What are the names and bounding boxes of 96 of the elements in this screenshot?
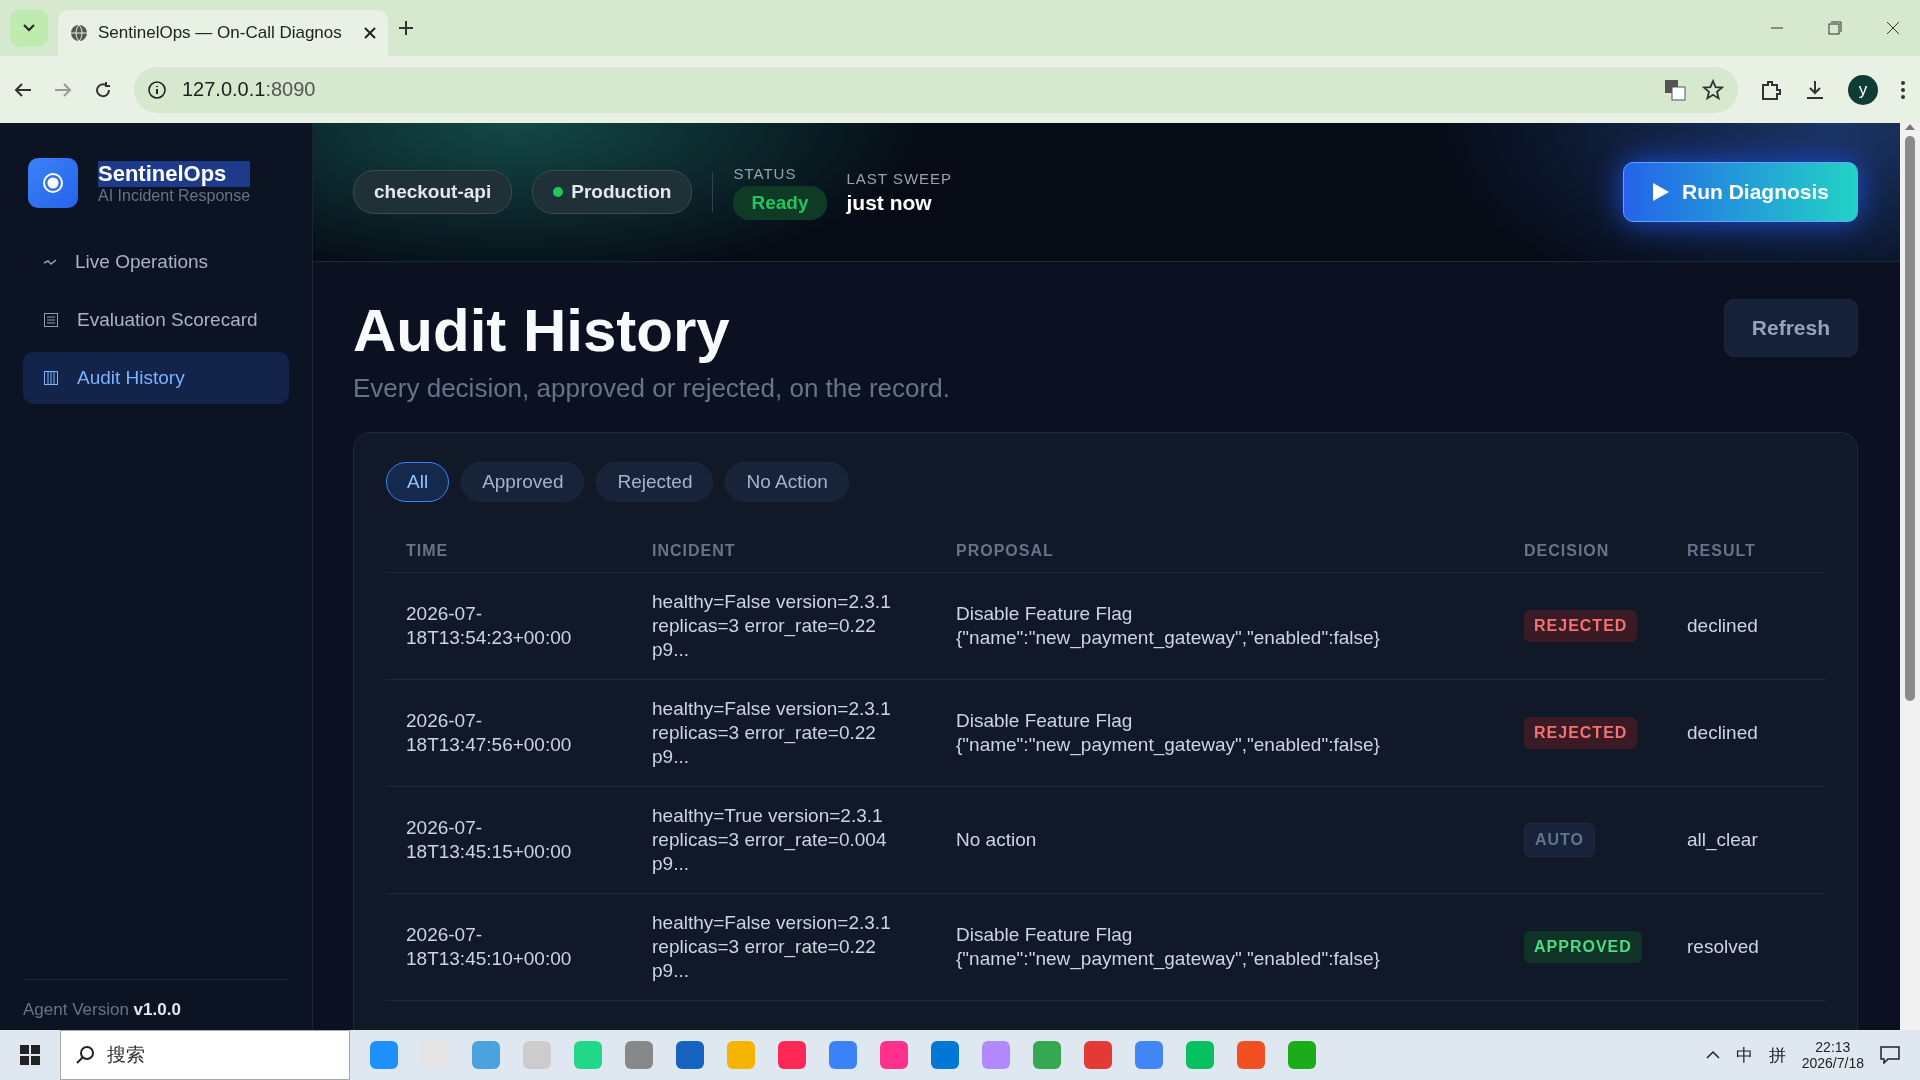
app-icon[interactable] <box>880 1041 908 1069</box>
column-header: RESULT <box>1667 542 1825 573</box>
decision-badge: REJECTED <box>1524 717 1638 749</box>
status-badge: Ready <box>733 185 827 220</box>
tab-title: SentinelOps — On-Call Diagnos <box>98 23 343 43</box>
proposal-title: Disable Feature Flag <box>956 709 1134 733</box>
address-bar[interactable]: 127.0.0.1:8090 <box>134 66 1738 113</box>
ime-layout[interactable]: 拼 <box>1768 1043 1786 1067</box>
proposal-title: Disable Feature Flag <box>956 923 1134 947</box>
page-subtitle: Every decision, approved or rejected, on the record. <box>353 373 950 404</box>
chevron-icon[interactable] <box>1705 1050 1720 1060</box>
filter-tab[interactable]: Approved <box>461 462 585 502</box>
search-icon <box>75 1045 95 1065</box>
column-header: INCIDENT <box>632 542 936 573</box>
nav-item[interactable]: Evaluation Scorecard <box>23 294 289 346</box>
proposal-args: {"name":"new_payment_gateway","enabled":false} <box>956 733 1380 757</box>
ime-mode[interactable]: 中 <box>1735 1043 1753 1067</box>
result-cell: declined <box>1687 614 1758 638</box>
star-icon[interactable] <box>1702 78 1724 101</box>
pulse-icon <box>43 257 57 267</box>
browser-tab[interactable]: SentinelOps — On-Call Diagnos <box>58 10 388 56</box>
globe-icon <box>70 24 88 42</box>
time-cell-text: 2026-07-18T13:45:10+00:00 <box>406 923 573 971</box>
proposal-args: {"name":"new_payment_gateway","enabled":false} <box>956 947 1380 971</box>
incident-cell-text: healthy=False version=2.3.1 replicas=3 error_rate=0.22 p9... <box>652 697 892 769</box>
proposal-title: No action <box>956 828 1037 852</box>
forward-icon[interactable] <box>54 80 72 99</box>
time-cell-text: 2026-07-18T13:47:56+00:00 <box>406 709 573 757</box>
environment-chip: Production <box>532 170 693 214</box>
column-header: DECISION <box>1504 542 1667 573</box>
logo-icon <box>28 158 78 208</box>
app-icon[interactable] <box>1186 1041 1214 1069</box>
restore-icon[interactable] <box>1828 21 1842 35</box>
incident-cell-text: healthy=False version=2.3.1 replicas=3 error_rate=0.22 p9... <box>652 590 892 662</box>
time-cell-text: 2026-07-18T13:45:15+00:00 <box>406 816 573 864</box>
result-cell: declined <box>1687 721 1758 745</box>
app-icon[interactable] <box>1288 1041 1316 1069</box>
download-icon[interactable] <box>1804 78 1826 101</box>
chevron-icon <box>22 23 36 33</box>
status-label: STATUS <box>733 164 798 182</box>
decision-badge: APPROVED <box>1524 931 1642 963</box>
brand-name: SentinelOps <box>98 161 251 187</box>
column-header: TIME <box>386 542 632 573</box>
app-icon[interactable] <box>1135 1041 1163 1069</box>
column-header: PROPOSAL <box>936 542 1504 573</box>
proposal-title: Disable Feature Flag <box>956 602 1134 626</box>
profile-avatar[interactable]: y <box>1848 74 1878 105</box>
extensions-icon[interactable] <box>1760 78 1782 101</box>
windows-icon[interactable] <box>20 1045 40 1065</box>
nav-item[interactable]: Live Operations <box>23 236 289 288</box>
incident-cell-text: healthy=False version=2.3.1 replicas=3 error_rate=0.22 p9... <box>652 911 892 983</box>
app-icon[interactable] <box>472 1041 500 1069</box>
service-chip: checkout-api <box>353 170 513 214</box>
app-icon[interactable] <box>1084 1041 1112 1069</box>
app-icon[interactable] <box>778 1041 806 1069</box>
refresh-button[interactable]: Refresh <box>1723 299 1858 357</box>
incident-cell-text: healthy=True version=2.3.1 replicas=3 error_rate=0.004 p9... <box>652 804 888 876</box>
new-tab-icon[interactable] <box>398 20 414 36</box>
filter-tab[interactable]: Rejected <box>596 462 714 502</box>
run-diagnosis-button[interactable]: Run Diagnosis <box>1623 162 1858 222</box>
filter-tab[interactable]: All <box>386 462 450 502</box>
app-icon[interactable] <box>370 1041 398 1069</box>
app-icon[interactable] <box>676 1041 704 1069</box>
page-title: Audit History <box>353 296 731 365</box>
brand-tagline: AI Incident Response <box>98 187 251 205</box>
tab-list-button[interactable] <box>10 9 48 47</box>
taskbar-search[interactable]: 搜索 <box>60 1030 350 1080</box>
reload-icon[interactable] <box>94 80 112 99</box>
time-cell-text: 2026-07-18T13:54:23+00:00 <box>406 602 573 650</box>
app-icon[interactable] <box>1237 1041 1265 1069</box>
back-icon[interactable] <box>14 80 32 99</box>
app-icon[interactable] <box>1033 1041 1061 1069</box>
sweep-value: just now <box>846 190 933 215</box>
nav-item[interactable]: Audit History <box>23 352 289 404</box>
url-text: 127.0.0.1:8090 <box>182 78 316 101</box>
columns-icon <box>43 370 59 386</box>
menu-icon[interactable] <box>1900 79 1906 100</box>
list-icon <box>43 312 59 328</box>
app-icon[interactable] <box>982 1041 1010 1069</box>
close-icon[interactable] <box>1886 21 1900 35</box>
sweep-label: LAST SWEEP <box>846 169 953 187</box>
app-icon[interactable] <box>625 1041 653 1069</box>
result-cell: all_clear <box>1687 828 1758 852</box>
info-icon[interactable] <box>148 80 166 99</box>
clock[interactable]: 22:13 2026/7/18 <box>1801 1039 1864 1071</box>
app-icon[interactable] <box>829 1041 857 1069</box>
result-cell: resolved <box>1687 935 1759 959</box>
scrollbar[interactable] <box>1900 123 1920 1030</box>
filter-tab[interactable]: No Action <box>725 462 849 502</box>
decision-badge: REJECTED <box>1524 610 1638 642</box>
notification-icon[interactable] <box>1880 1046 1900 1064</box>
proposal-args: {"name":"new_payment_gateway","enabled":false} <box>956 626 1380 650</box>
app-icon[interactable] <box>931 1041 959 1069</box>
close-icon[interactable] <box>364 27 376 39</box>
decision-badge: AUTO <box>1524 823 1596 857</box>
play-icon <box>1652 182 1670 202</box>
